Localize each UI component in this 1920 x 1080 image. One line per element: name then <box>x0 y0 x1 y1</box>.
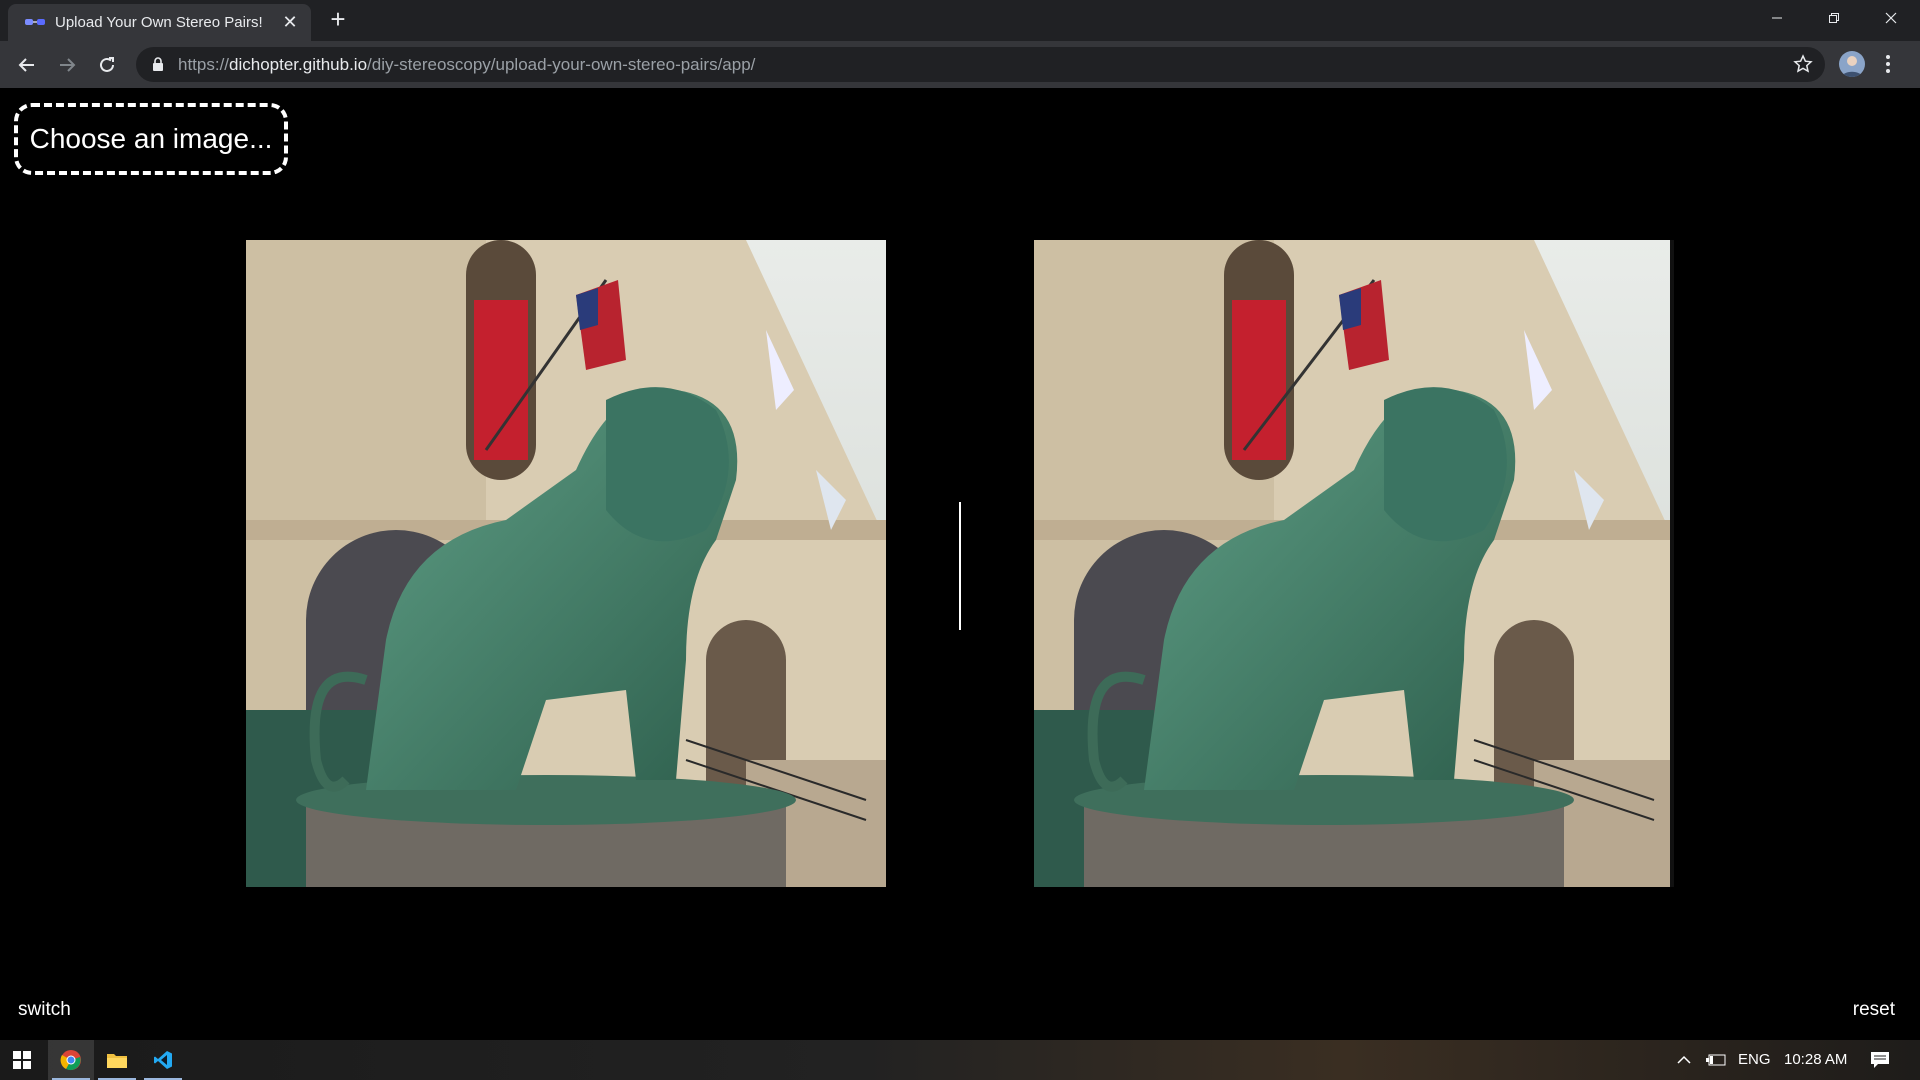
bookmark-star-icon[interactable] <box>1793 54 1813 74</box>
browser-toolbar: https://dichopter.github.io/diy-stereosc… <box>0 41 1920 88</box>
clock[interactable]: 10:28 AM <box>1784 1051 1847 1068</box>
browser-tab[interactable]: Upload Your Own Stereo Pairs! ✕ <box>8 4 311 41</box>
battery-icon[interactable] <box>1702 1040 1730 1080</box>
language-indicator[interactable]: ENG <box>1738 1051 1771 1068</box>
url-text: https://dichopter.github.io/diy-stereosc… <box>178 55 756 74</box>
close-tab-icon[interactable]: ✕ <box>280 12 300 32</box>
reload-icon[interactable] <box>93 51 121 79</box>
address-bar[interactable]: https://dichopter.github.io/diy-stereosc… <box>136 47 1825 82</box>
more-menu-icon[interactable] <box>1884 53 1892 75</box>
profile-avatar[interactable] <box>1839 51 1865 77</box>
reset-button[interactable]: reset <box>1853 999 1895 1021</box>
back-arrow-icon[interactable] <box>13 51 41 79</box>
vscode-icon[interactable] <box>140 1040 186 1080</box>
forward-arrow-icon[interactable] <box>53 51 81 79</box>
file-explorer-icon[interactable] <box>94 1040 140 1080</box>
chrome-taskbar-icon[interactable] <box>48 1040 94 1080</box>
stereo-divider <box>959 502 961 630</box>
lock-icon <box>153 57 163 71</box>
page-content: Choose an image... switch reset <box>0 88 1920 1040</box>
new-tab-button[interactable]: + <box>326 6 350 32</box>
lion-statue-photo-left <box>246 240 886 887</box>
choose-image-button[interactable]: Choose an image... <box>14 103 288 175</box>
minimize-window-icon[interactable] <box>1748 0 1806 36</box>
switch-button[interactable]: switch <box>18 999 71 1021</box>
restore-window-icon[interactable] <box>1805 0 1863 36</box>
close-window-icon[interactable] <box>1862 0 1920 36</box>
tab-title: Upload Your Own Stereo Pairs! <box>55 14 263 31</box>
windows-start-icon[interactable] <box>0 1040 44 1080</box>
chevron-up-icon[interactable] <box>1672 1040 1696 1080</box>
notifications-icon[interactable] <box>1862 1040 1898 1080</box>
left-stereo-image <box>246 240 886 887</box>
tab-strip: Upload Your Own Stereo Pairs! ✕ + <box>0 0 1920 41</box>
right-stereo-image <box>1034 240 1674 887</box>
windows-taskbar: ENG 10:28 AM <box>0 1040 1920 1080</box>
lion-statue-photo-right <box>1034 240 1674 887</box>
stereo-glasses-icon <box>25 19 45 25</box>
